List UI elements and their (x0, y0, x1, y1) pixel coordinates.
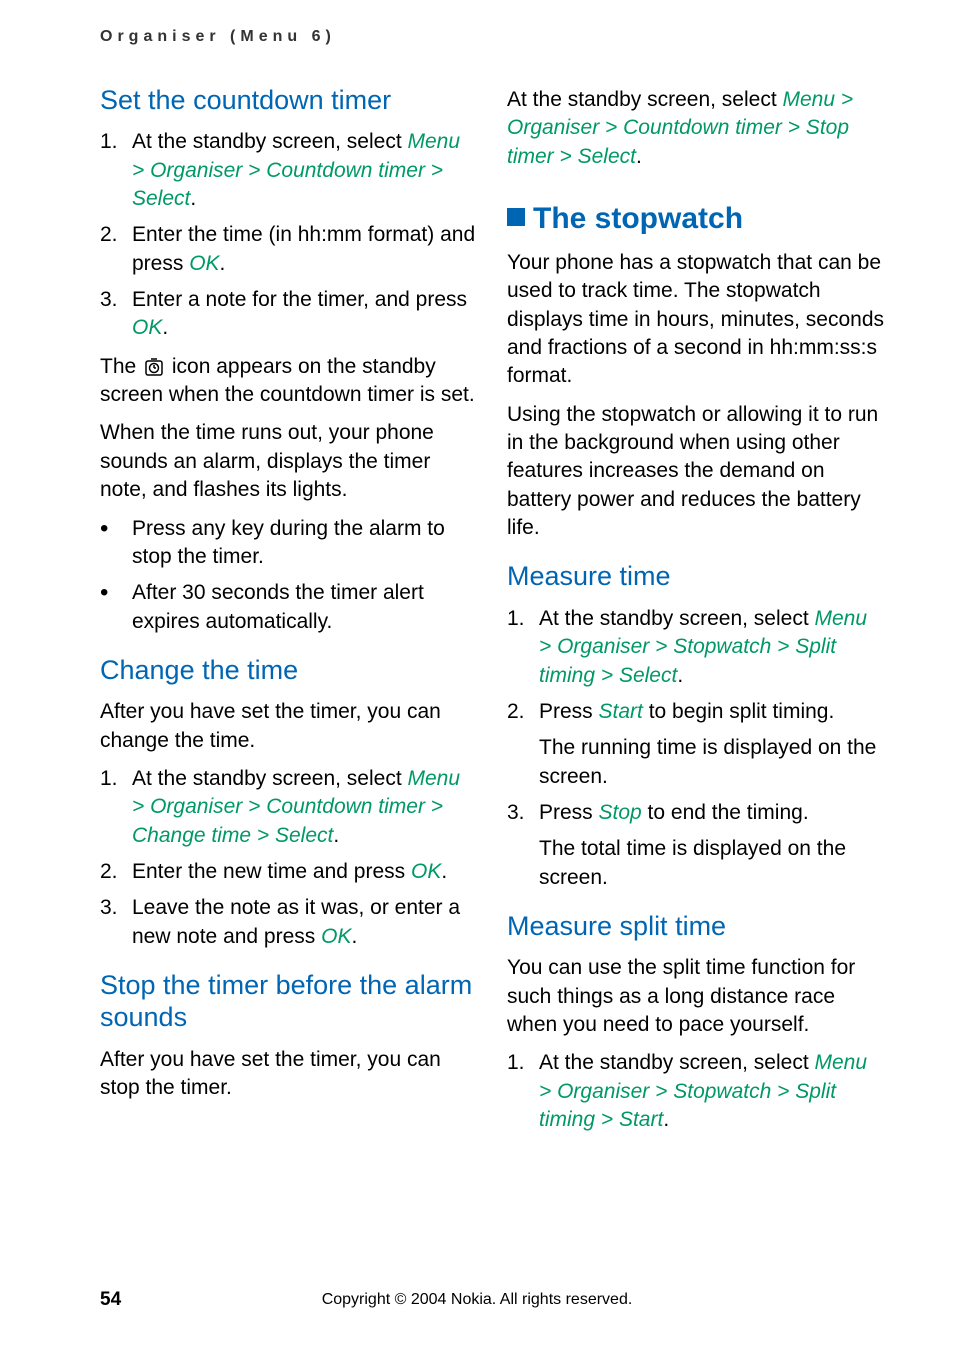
left-column: Set the countdown timer 1. At the standb… (100, 66, 477, 1144)
change-time-intro: After you have set the timer, you can ch… (100, 698, 477, 755)
step-text: Enter the time (in hh:mm format) and pre… (132, 221, 477, 278)
text: At the standby screen, select (132, 767, 407, 790)
list-item: 3. Press Stop to end the timing. The tot… (507, 799, 884, 892)
text: Press (539, 801, 599, 824)
list-item: 2. Enter the time (in hh:mm format) and … (100, 221, 477, 278)
stop-label: Stop (599, 801, 642, 824)
right-column: At the standby screen, select Menu > Org… (507, 66, 884, 1144)
step-number: 2. (100, 221, 132, 278)
text: . (162, 316, 168, 339)
text: The (100, 355, 142, 378)
heading-stopwatch: The stopwatch (507, 201, 884, 237)
step-number: 3. (507, 799, 539, 892)
step-number: 1. (507, 605, 539, 690)
countdown-timer-icon (144, 357, 164, 377)
step-subtext: The running time is displayed on the scr… (539, 734, 884, 791)
text: . (351, 925, 357, 948)
measure-time-steps: 1. At the standby screen, select Menu > … (507, 605, 884, 892)
list-item: 1. At the standby screen, select Menu > … (507, 605, 884, 690)
list-item: 1. At the standby screen, select Menu > … (100, 765, 477, 850)
step-number: 3. (100, 894, 132, 951)
bullet-text: After 30 seconds the timer alert expires… (132, 579, 477, 636)
step-text: At the standby screen, select Menu > Org… (132, 128, 477, 213)
text: . (441, 860, 447, 883)
stop-timer-intro: After you have set the timer, you can st… (100, 1046, 477, 1103)
list-item: 2. Enter the new time and press OK. (100, 858, 477, 886)
list-item: • After 30 seconds the timer alert expir… (100, 579, 477, 636)
list-item: • Press any key during the alarm to stop… (100, 515, 477, 572)
content-columns: Set the countdown timer 1. At the standb… (0, 46, 954, 1144)
text: At the standby screen, select (539, 607, 814, 630)
text: Enter the new time and press (132, 860, 411, 883)
page-number: 54 (100, 1289, 121, 1311)
text: . (190, 187, 196, 210)
heading-measure-split-time: Measure split time (507, 910, 884, 942)
stop-timer-continuation: At the standby screen, select Menu > Org… (507, 86, 884, 171)
heading-set-countdown-timer: Set the countdown timer (100, 84, 477, 116)
set-timer-steps: 1. At the standby screen, select Menu > … (100, 128, 477, 342)
measure-split-intro: You can use the split time function for … (507, 954, 884, 1039)
step-text: Press Stop to end the timing. The total … (539, 799, 884, 892)
list-item: 1. At the standby screen, select Menu > … (100, 128, 477, 213)
section-square-icon (507, 208, 525, 226)
set-timer-bullets: • Press any key during the alarm to stop… (100, 515, 477, 636)
change-time-steps: 1. At the standby screen, select Menu > … (100, 765, 477, 951)
icon-paragraph: The icon appears on the standby screen w… (100, 353, 477, 410)
text: . (333, 824, 339, 847)
list-item: 2. Press Start to begin split timing. Th… (507, 698, 884, 791)
heading-change-time: Change the time (100, 654, 477, 686)
timeout-paragraph: When the time runs out, your phone sound… (100, 419, 477, 504)
list-item: 3. Leave the note as it was, or enter a … (100, 894, 477, 951)
text: . (636, 145, 642, 168)
step-number: 2. (507, 698, 539, 791)
stopwatch-p1: Your phone has a stopwatch that can be u… (507, 249, 884, 391)
bullet-icon: • (100, 515, 132, 572)
heading-stop-timer: Stop the timer before the alarm sounds (100, 969, 477, 1034)
text: At the standby screen, select (132, 130, 407, 153)
text: . (663, 1108, 669, 1131)
ok-label: OK (411, 860, 441, 883)
ok-label: OK (321, 925, 351, 948)
step-text: Press Start to begin split timing. The r… (539, 698, 884, 791)
text: Leave the note as it was, or enter a new… (132, 896, 460, 947)
list-item: 3. Enter a note for the timer, and press… (100, 286, 477, 343)
text: At the standby screen, select (539, 1051, 814, 1074)
text: Press (539, 700, 599, 723)
text: Enter the time (in hh:mm format) and pre… (132, 223, 475, 274)
heading-measure-time: Measure time (507, 560, 884, 592)
step-number: 1. (100, 765, 132, 850)
section-title: The stopwatch (533, 202, 743, 235)
step-text: Enter a note for the timer, and press OK… (132, 286, 477, 343)
step-subtext: The total time is displayed on the scree… (539, 835, 884, 892)
text: At the standby screen, select (507, 88, 782, 111)
step-text: Enter the new time and press OK. (132, 858, 447, 886)
page-header: Organiser (Menu 6) (0, 0, 954, 46)
text: to begin split timing. (643, 700, 834, 723)
step-number: 1. (100, 128, 132, 213)
text: . (220, 252, 226, 275)
ok-label: OK (132, 316, 162, 339)
ok-label: OK (189, 252, 219, 275)
step-text: Leave the note as it was, or enter a new… (132, 894, 477, 951)
measure-split-steps: 1. At the standby screen, select Menu > … (507, 1049, 884, 1134)
step-text: At the standby screen, select Menu > Org… (132, 765, 477, 850)
step-text: At the standby screen, select Menu > Org… (539, 605, 884, 690)
text: Enter a note for the timer, and press (132, 288, 467, 311)
step-number: 1. (507, 1049, 539, 1134)
bullet-text: Press any key during the alarm to stop t… (132, 515, 477, 572)
start-label: Start (599, 700, 643, 723)
page-footer: 54 Copyright © 2004 Nokia. All rights re… (0, 1291, 954, 1309)
step-text: At the standby screen, select Menu > Org… (539, 1049, 884, 1134)
copyright-text: Copyright © 2004 Nokia. All rights reser… (0, 1291, 954, 1309)
bullet-icon: • (100, 579, 132, 636)
stopwatch-p2: Using the stopwatch or allowing it to ru… (507, 401, 884, 543)
list-item: 1. At the standby screen, select Menu > … (507, 1049, 884, 1134)
text: to end the timing. (642, 801, 809, 824)
step-number: 3. (100, 286, 132, 343)
text: . (677, 664, 683, 687)
step-number: 2. (100, 858, 132, 886)
